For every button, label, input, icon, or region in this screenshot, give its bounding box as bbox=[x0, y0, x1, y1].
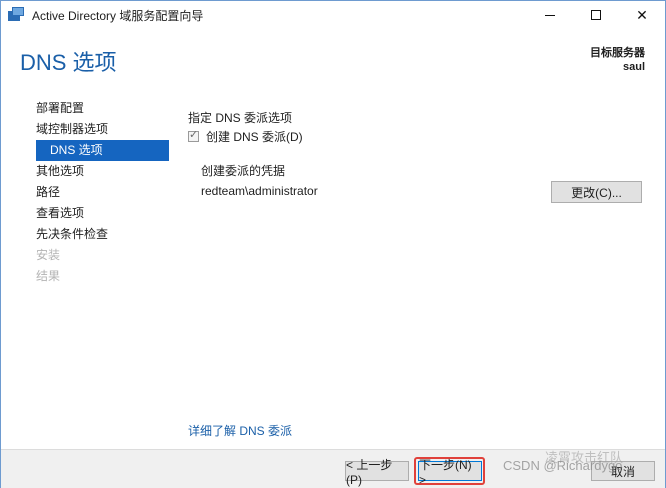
learn-more-link[interactable]: 详细了解 DNS 委派 bbox=[188, 422, 292, 439]
minimize-icon bbox=[545, 14, 555, 16]
minimize-button[interactable] bbox=[527, 1, 573, 29]
previous-button[interactable]: < 上一步(P) bbox=[345, 458, 409, 487]
wizard-nav: 部署配置 域控制器选项 DNS 选项 其他选项 路径 查看选项 先决条件检查 安… bbox=[36, 98, 170, 287]
window-title: Active Directory 域服务配置向导 bbox=[32, 8, 204, 23]
credentials-value: redteam\administrator bbox=[201, 184, 318, 198]
create-delegation-option[interactable]: 创建 DNS 委派(D) bbox=[188, 128, 303, 145]
nav-item-dc-options[interactable]: 域控制器选项 bbox=[36, 119, 170, 140]
nav-item-paths[interactable]: 路径 bbox=[36, 182, 170, 203]
maximize-button[interactable] bbox=[573, 1, 619, 29]
watermark-text: CSDN @Richardygo bbox=[503, 458, 623, 473]
close-button[interactable]: ✕ bbox=[619, 1, 665, 29]
nav-item-additional-options[interactable]: 其他选项 bbox=[36, 161, 170, 182]
nav-item-install: 安装 bbox=[36, 248, 61, 262]
target-server-name: saul bbox=[622, 61, 645, 73]
maximize-icon bbox=[591, 10, 601, 20]
create-delegation-label[interactable]: 创建 DNS 委派(D) bbox=[206, 128, 303, 145]
window-controls: ✕ bbox=[527, 1, 665, 29]
target-server-label: 目标服务器 bbox=[590, 47, 645, 59]
title-bar[interactable]: Active Directory 域服务配置向导 ✕ bbox=[1, 1, 665, 29]
nav-item-review[interactable]: 查看选项 bbox=[36, 203, 170, 224]
next-button[interactable]: 下一步(N) > bbox=[418, 458, 482, 487]
close-icon: ✕ bbox=[636, 6, 648, 23]
active-directory-icon bbox=[8, 7, 24, 23]
target-server: 目标服务器 saul bbox=[590, 46, 645, 74]
page-title: DNS 选项 bbox=[20, 50, 117, 75]
main-panel: 指定 DNS 委派选项 创建 DNS 委派(D) 创建委派的凭据 redteam… bbox=[188, 98, 648, 443]
wizard-window: Active Directory 域服务配置向导 ✕ DNS 选项 目标服务器 … bbox=[0, 0, 666, 488]
change-credentials-button[interactable]: 更改(C)... bbox=[551, 181, 642, 203]
nav-item-deployment[interactable]: 部署配置 bbox=[36, 98, 170, 119]
nav-item-prereq[interactable]: 先决条件检查 bbox=[36, 224, 170, 245]
section-label: 指定 DNS 委派选项 bbox=[188, 111, 293, 125]
nav-item-results: 结果 bbox=[36, 269, 61, 283]
credentials-label: 创建委派的凭据 bbox=[201, 164, 286, 178]
create-delegation-checkbox[interactable] bbox=[188, 128, 199, 142]
nav-item-dns-options[interactable]: DNS 选项 bbox=[36, 140, 169, 161]
